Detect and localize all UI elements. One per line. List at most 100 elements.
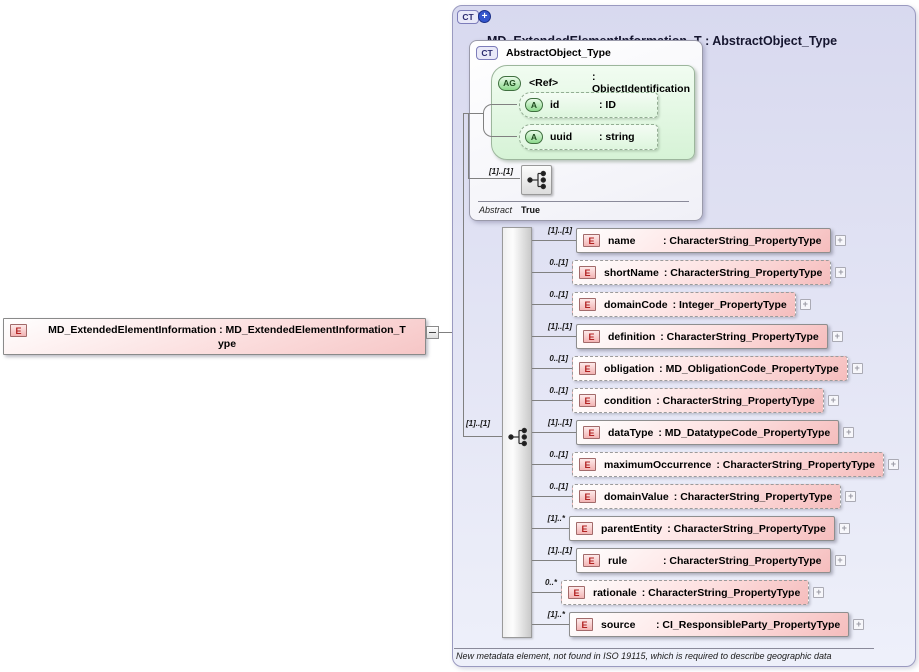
cardinality-label: 0..[1] xyxy=(538,354,568,363)
element-box-rule[interactable]: Erule : CharacterString_PropertyType xyxy=(576,548,831,573)
element-row-parentEntity: EparentEntity: CharacterString_PropertyT… xyxy=(569,516,850,541)
element-icon: E xyxy=(583,426,600,439)
element-box-rationale[interactable]: Erationale : CharacterString_PropertyType xyxy=(561,580,809,605)
cardinality-label: 0..[1] xyxy=(538,258,568,267)
element-row-maximumOccurrence: EmaximumOccurrence: CharacterString_Prop… xyxy=(572,452,899,477)
expand-icon[interactable]: + xyxy=(853,619,864,630)
attribute-type: : ID xyxy=(599,99,616,111)
cardinality-label: [1]..* xyxy=(535,610,565,619)
element-icon: E xyxy=(583,330,600,343)
connector-line xyxy=(463,436,503,437)
element-name: rule xyxy=(608,555,658,567)
element-box-obligation[interactable]: Eobligation: MD_ObligationCode_PropertyT… xyxy=(572,356,848,381)
cardinality-label: 0..[1] xyxy=(538,450,568,459)
attribute-icon: A xyxy=(525,98,543,112)
expand-icon[interactable]: + xyxy=(800,299,811,310)
expand-icon[interactable]: + xyxy=(843,427,854,438)
element-row-domainCode: EdomainCode: Integer_PropertyType + xyxy=(572,292,811,317)
element-row-name: Ename: CharacterString_PropertyType + xyxy=(576,228,846,253)
collapse-handle-icon[interactable] xyxy=(426,326,439,339)
connector-line xyxy=(532,592,561,593)
element-icon: E xyxy=(583,234,600,247)
element-row-definition: Edefinition: CharacterString_PropertyTyp… xyxy=(576,324,843,349)
attribute-name: uuid xyxy=(550,131,594,143)
element-box-parentEntity[interactable]: EparentEntity: CharacterString_PropertyT… xyxy=(569,516,835,541)
sequence-bar[interactable] xyxy=(502,227,532,638)
element-box-maximumOccurrence[interactable]: EmaximumOccurrence: CharacterString_Prop… xyxy=(572,452,884,477)
sequence-icon[interactable] xyxy=(521,165,552,195)
expand-icon[interactable]: + xyxy=(852,363,863,374)
expand-icon[interactable]: + xyxy=(888,459,899,470)
connector-line xyxy=(532,560,576,561)
element-type: : CharacterString_PropertyType xyxy=(663,555,822,567)
expand-icon[interactable]: + xyxy=(813,587,824,598)
base-type-title: AbstractObject_Type xyxy=(506,47,611,59)
element-icon: E xyxy=(576,618,593,631)
element-box-global[interactable]: E MD_ExtendedElementInformation : MD_Ext… xyxy=(3,318,426,355)
element-type: : MD_ObligationCode_PropertyType xyxy=(659,363,839,375)
attribute-group-icon: AG xyxy=(498,76,521,91)
connector-line xyxy=(532,400,572,401)
cardinality-label: 0..[1] xyxy=(538,290,568,299)
connector-line xyxy=(532,624,569,625)
element-type: : MD_DatatypeCode_PropertyType xyxy=(658,427,830,439)
diagram-canvas: E MD_ExtendedElementInformation : MD_Ext… xyxy=(0,0,919,672)
minus-glyph xyxy=(429,332,436,333)
element-row-source: Esource: CI_ResponsibleParty_PropertyTyp… xyxy=(569,612,864,637)
cardinality-label: [1]..[1] xyxy=(542,546,572,555)
element-icon: E xyxy=(583,554,600,567)
expand-icon[interactable]: + xyxy=(835,235,846,246)
attribute-group-box[interactable]: AG <Ref> : ObjectIdentification A id : I… xyxy=(491,65,695,160)
cardinality-label: 0..[1] xyxy=(538,386,568,395)
connector-line xyxy=(532,528,569,529)
element-type: : CharacterString_PropertyType xyxy=(660,331,819,343)
element-type: : CharacterString_PropertyType xyxy=(674,491,833,503)
element-icon: E xyxy=(576,522,593,535)
expand-icon[interactable]: + xyxy=(835,267,846,278)
element-box-dataType[interactable]: EdataType: MD_DatatypeCode_PropertyType xyxy=(576,420,839,445)
connector-bracket xyxy=(483,104,517,137)
element-type: : CharacterString_PropertyType xyxy=(642,587,801,599)
element-icon: E xyxy=(579,458,596,471)
element-box-shortName[interactable]: EshortName: CharacterString_PropertyType xyxy=(572,260,831,285)
element-name: rationale xyxy=(593,587,637,599)
element-icon: E xyxy=(579,394,596,407)
element-name: shortName xyxy=(604,267,659,279)
element-name: obligation xyxy=(604,363,654,375)
abstract-value: True xyxy=(521,205,540,215)
cardinality-label: [1]..* xyxy=(535,514,565,523)
element-row-condition: Econdition: CharacterString_PropertyType… xyxy=(572,388,839,413)
element-type: : CharacterString_PropertyType xyxy=(667,523,826,535)
connector-line xyxy=(468,113,469,179)
cardinality-label: [1]..[1] xyxy=(542,226,572,235)
connector-line xyxy=(532,304,572,305)
element-row-dataType: EdataType: MD_DatatypeCode_PropertyType + xyxy=(576,420,854,445)
expand-icon[interactable]: + xyxy=(845,491,856,502)
connector-line xyxy=(532,336,576,337)
element-box-definition[interactable]: Edefinition: CharacterString_PropertyTyp… xyxy=(576,324,828,349)
element-type: : Integer_PropertyType xyxy=(673,299,787,311)
element-box-domainCode[interactable]: EdomainCode: Integer_PropertyType xyxy=(572,292,796,317)
element-title-line2: ype xyxy=(35,337,419,351)
cardinality-label: [1]..[1] xyxy=(542,418,572,427)
expand-icon[interactable]: + xyxy=(832,331,843,342)
expand-icon[interactable]: + xyxy=(828,395,839,406)
connector-line xyxy=(463,113,483,114)
expand-icon[interactable]: + xyxy=(839,523,850,534)
element-icon: E xyxy=(568,586,585,599)
attribute-box-uuid[interactable]: A uuid : string xyxy=(519,124,658,150)
element-name: name xyxy=(608,235,658,247)
connector-line xyxy=(532,272,572,273)
element-box-condition[interactable]: Econdition: CharacterString_PropertyType xyxy=(572,388,824,413)
element-name: maximumOccurrence xyxy=(604,459,711,471)
element-box-name[interactable]: Ename: CharacterString_PropertyType xyxy=(576,228,831,253)
connector-line xyxy=(532,464,572,465)
element-row-rationale: Erationale : CharacterString_PropertyType… xyxy=(561,580,824,605)
attribute-icon: A xyxy=(525,130,543,144)
element-box-domainValue[interactable]: EdomainValue: CharacterString_PropertyTy… xyxy=(572,484,841,509)
element-name: domainValue xyxy=(604,491,669,503)
element-box-source[interactable]: Esource: CI_ResponsibleParty_PropertyTyp… xyxy=(569,612,849,637)
attribute-box-id[interactable]: A id : ID xyxy=(519,92,658,118)
element-type: : CI_ResponsibleParty_PropertyType xyxy=(656,619,840,631)
expand-icon[interactable]: + xyxy=(835,555,846,566)
